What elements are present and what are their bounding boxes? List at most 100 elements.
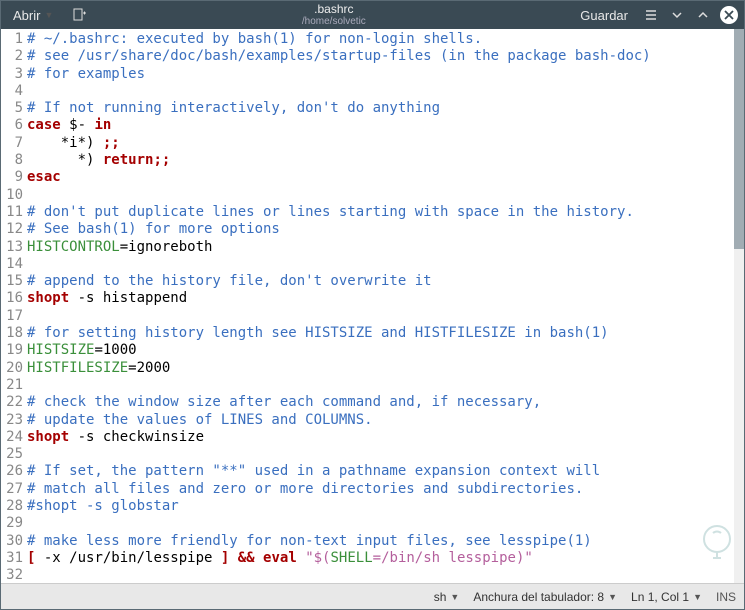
cursor-position-label: Ln 1, Col 1: [631, 590, 689, 604]
insert-mode-indicator[interactable]: INS: [716, 590, 736, 604]
line-content: # ~/.bashrc: executed by bash(1) for non…: [27, 31, 734, 48]
code-line[interactable]: 25: [1, 446, 734, 463]
line-number: 31: [1, 550, 27, 567]
line-content: shopt -s checkwinsize: [27, 429, 734, 446]
code-line[interactable]: 4: [1, 83, 734, 100]
code-line[interactable]: 15# append to the history file, don't ov…: [1, 273, 734, 290]
code-line[interactable]: 5# If not running interactively, don't d…: [1, 100, 734, 117]
line-number: 6: [1, 117, 27, 134]
line-content: case $- in: [27, 117, 734, 134]
chevron-down-icon: ▼: [693, 592, 702, 602]
code-line[interactable]: 16shopt -s histappend: [1, 290, 734, 307]
code-line[interactable]: 13HISTCONTROL=ignoreboth: [1, 239, 734, 256]
line-content: # see /usr/share/doc/bash/examples/start…: [27, 48, 734, 65]
line-number: 19: [1, 342, 27, 359]
code-line[interactable]: 12# See bash(1) for more options: [1, 221, 734, 238]
open-button[interactable]: Abrir ▼: [7, 6, 59, 25]
line-number: 1: [1, 31, 27, 48]
scrollbar-thumb[interactable]: [734, 29, 744, 249]
line-content: [27, 567, 734, 583]
code-line[interactable]: 19HISTSIZE=1000: [1, 342, 734, 359]
code-line[interactable]: 9esac: [1, 169, 734, 186]
line-number: 18: [1, 325, 27, 342]
code-editor[interactable]: 1# ~/.bashrc: executed by bash(1) for no…: [1, 29, 734, 583]
save-button[interactable]: Guardar: [574, 6, 634, 25]
line-content: # See bash(1) for more options: [27, 221, 734, 238]
language-label: sh: [434, 590, 447, 604]
maximize-button[interactable]: [694, 6, 712, 24]
line-number: 14: [1, 256, 27, 273]
line-number: 28: [1, 498, 27, 515]
vertical-scrollbar[interactable]: [734, 29, 744, 583]
chevron-down-icon: ▼: [450, 592, 459, 602]
line-number: 7: [1, 135, 27, 152]
line-number: 27: [1, 481, 27, 498]
line-content: # If not running interactively, don't do…: [27, 100, 734, 117]
line-number: 17: [1, 308, 27, 325]
tab-width-label: Anchura del tabulador: 8: [473, 590, 604, 604]
line-number: 11: [1, 204, 27, 221]
line-number: 25: [1, 446, 27, 463]
line-number: 24: [1, 429, 27, 446]
code-line[interactable]: 6case $- in: [1, 117, 734, 134]
line-content: # make less more friendly for non-text i…: [27, 533, 734, 550]
code-line[interactable]: 30# make less more friendly for non-text…: [1, 533, 734, 550]
line-content: # update the values of LINES and COLUMNS…: [27, 412, 734, 429]
code-line[interactable]: 31[ -x /usr/bin/lesspipe ] && eval "$(SH…: [1, 550, 734, 567]
line-number: 13: [1, 239, 27, 256]
code-line[interactable]: 26# If set, the pattern "**" used in a p…: [1, 463, 734, 480]
code-line[interactable]: 20HISTFILESIZE=2000: [1, 360, 734, 377]
tab-width-selector[interactable]: Anchura del tabulador: 8 ▼: [473, 590, 617, 604]
line-number: 16: [1, 290, 27, 307]
code-line[interactable]: 3# for examples: [1, 66, 734, 83]
line-content: # match all files and zero or more direc…: [27, 481, 734, 498]
line-content: esac: [27, 169, 734, 186]
line-number: 21: [1, 377, 27, 394]
line-content: [ -x /usr/bin/lesspipe ] && eval "$(SHEL…: [27, 550, 734, 567]
code-line[interactable]: 32: [1, 567, 734, 583]
line-content: [27, 187, 734, 204]
code-line[interactable]: 21: [1, 377, 734, 394]
line-number: 3: [1, 66, 27, 83]
save-button-label: Guardar: [580, 8, 628, 23]
code-line[interactable]: 11# don't put duplicate lines or lines s…: [1, 204, 734, 221]
line-content: # for setting history length see HISTSIZ…: [27, 325, 734, 342]
line-content: # append to the history file, don't over…: [27, 273, 734, 290]
new-tab-button[interactable]: [65, 5, 93, 25]
code-line[interactable]: 10: [1, 187, 734, 204]
code-line[interactable]: 8 *) return;;: [1, 152, 734, 169]
code-line[interactable]: 1# ~/.bashrc: executed by bash(1) for no…: [1, 31, 734, 48]
line-number: 26: [1, 463, 27, 480]
code-line[interactable]: 7 *i*) ;;: [1, 135, 734, 152]
code-line[interactable]: 28#shopt -s globstar: [1, 498, 734, 515]
line-number: 30: [1, 533, 27, 550]
line-number: 32: [1, 567, 27, 583]
line-content: HISTFILESIZE=2000: [27, 360, 734, 377]
close-icon: [724, 10, 734, 20]
new-document-icon: [71, 7, 87, 23]
code-line[interactable]: 27# match all files and zero or more dir…: [1, 481, 734, 498]
line-number: 5: [1, 100, 27, 117]
code-line[interactable]: 2# see /usr/share/doc/bash/examples/star…: [1, 48, 734, 65]
file-title: .bashrc: [93, 3, 574, 16]
code-line[interactable]: 23# update the values of LINES and COLUM…: [1, 412, 734, 429]
code-line[interactable]: 24shopt -s checkwinsize: [1, 429, 734, 446]
line-number: 12: [1, 221, 27, 238]
line-content: #shopt -s globstar: [27, 498, 734, 515]
code-line[interactable]: 14: [1, 256, 734, 273]
code-line[interactable]: 18# for setting history length see HISTS…: [1, 325, 734, 342]
close-button[interactable]: [720, 6, 738, 24]
file-path: /home/solvetic: [93, 16, 574, 27]
line-content: [27, 446, 734, 463]
code-line[interactable]: 22# check the window size after each com…: [1, 394, 734, 411]
cursor-position-selector[interactable]: Ln 1, Col 1 ▼: [631, 590, 702, 604]
code-line[interactable]: 29: [1, 515, 734, 532]
code-line[interactable]: 17: [1, 308, 734, 325]
line-number: 2: [1, 48, 27, 65]
line-content: *i*) ;;: [27, 135, 734, 152]
open-button-label: Abrir: [13, 8, 40, 23]
hamburger-menu-button[interactable]: [642, 6, 660, 24]
language-selector[interactable]: sh ▼: [434, 590, 460, 604]
minimize-button[interactable]: [668, 6, 686, 24]
line-number: 20: [1, 360, 27, 377]
